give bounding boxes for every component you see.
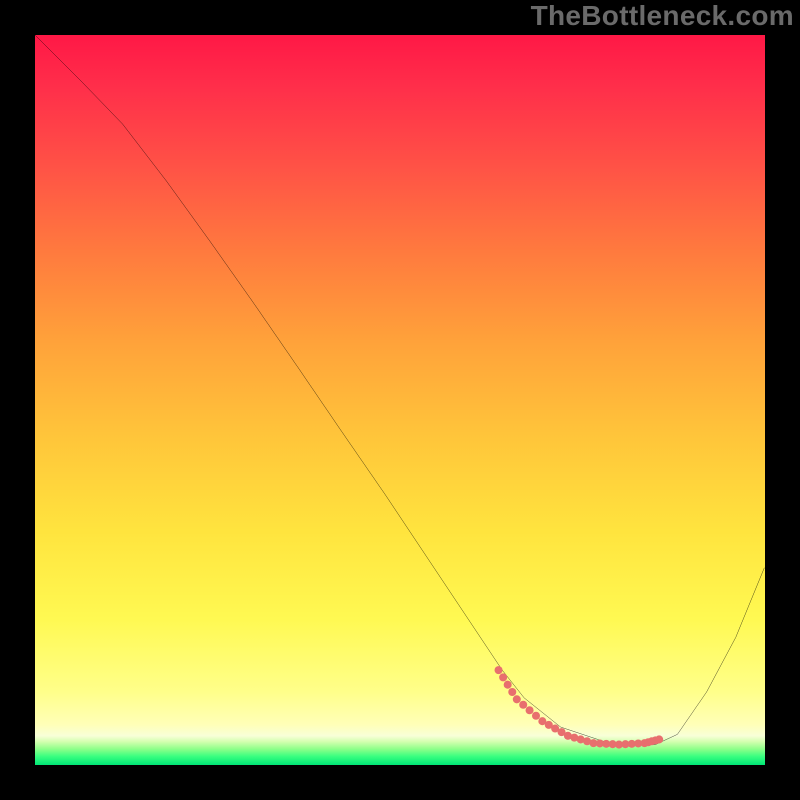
chart-curve-layer [35, 35, 765, 765]
chart-frame: TheBottleneck.com [0, 0, 800, 800]
plot-area [35, 35, 765, 765]
optimal-range-highlight [495, 666, 664, 748]
watermark-text: TheBottleneck.com [531, 0, 794, 32]
bottleneck-curve [35, 35, 764, 745]
